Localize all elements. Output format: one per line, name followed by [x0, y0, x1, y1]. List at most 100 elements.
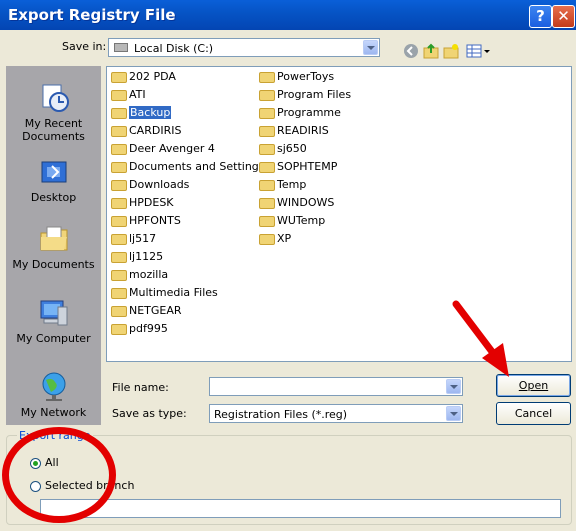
- folder-icon: [259, 143, 275, 155]
- window-title: Export Registry File: [8, 6, 176, 24]
- place-label: My Computer: [16, 332, 91, 345]
- my-documents-icon: [40, 226, 67, 251]
- list-item[interactable]: Program Files: [259, 87, 351, 103]
- list-item[interactable]: SOPHTEMP: [259, 159, 337, 175]
- list-item-label: NETGEAR: [129, 304, 182, 317]
- list-item-label: Temp: [277, 178, 307, 191]
- place-desktop[interactable]: Desktop: [6, 156, 101, 204]
- list-item[interactable]: HPDESK: [111, 195, 174, 211]
- list-item-label: Backup: [129, 106, 172, 119]
- list-item[interactable]: Multimedia Files: [111, 285, 218, 301]
- list-item-label: lj1125: [129, 250, 164, 263]
- back-icon[interactable]: [403, 43, 419, 59]
- list-item[interactable]: XP: [259, 231, 291, 247]
- folder-icon: [111, 89, 127, 101]
- folder-icon: [111, 71, 127, 83]
- list-item[interactable]: 202 PDA: [111, 69, 176, 85]
- folder-icon: [111, 125, 127, 137]
- annotation-circle: [2, 427, 116, 523]
- chevron-down-icon[interactable]: [446, 379, 461, 394]
- place-my-computer[interactable]: My Computer: [6, 297, 101, 345]
- save-as-type-combobox[interactable]: Registration Files (*.reg): [209, 404, 463, 423]
- list-item-label: Programme: [277, 106, 341, 119]
- list-item[interactable]: Downloads: [111, 177, 189, 193]
- open-button-label: Open: [518, 379, 549, 392]
- cancel-button[interactable]: Cancel: [496, 402, 571, 425]
- desktop-icon: [41, 161, 66, 183]
- list-item-label: HPDESK: [129, 196, 174, 209]
- my-network-icon: [42, 372, 65, 401]
- file-name-label: File name:: [112, 381, 169, 394]
- place-my-documents[interactable]: My Documents: [6, 223, 101, 271]
- list-item-label: CARDIRIS: [129, 124, 182, 137]
- folder-icon: [259, 161, 275, 173]
- save-in-label: Save in:: [62, 40, 107, 53]
- list-item[interactable]: ATI: [111, 87, 146, 103]
- list-item[interactable]: Programme: [259, 105, 341, 121]
- folder-icon: [111, 233, 127, 245]
- list-item-label: Documents and Settings: [129, 160, 265, 173]
- list-item[interactable]: Documents and Settings: [111, 159, 265, 175]
- chevron-down-icon[interactable]: [363, 40, 378, 55]
- folder-icon: [111, 215, 127, 227]
- list-item[interactable]: mozilla: [111, 267, 168, 283]
- help-button[interactable]: ?: [529, 5, 552, 28]
- list-item[interactable]: WINDOWS: [259, 195, 334, 211]
- list-item[interactable]: sj650: [259, 141, 307, 157]
- folder-icon: [111, 143, 127, 155]
- chevron-down-icon[interactable]: [446, 406, 461, 421]
- title-bar: Export Registry File ? ✕: [0, 0, 576, 30]
- list-item-label: Downloads: [129, 178, 190, 191]
- annotation-arrow-icon: [452, 300, 509, 377]
- folder-icon: [111, 197, 127, 209]
- file-name-combobox[interactable]: [209, 377, 463, 396]
- save-in-combobox[interactable]: Local Disk (C:): [108, 38, 380, 57]
- list-item[interactable]: CARDIRIS: [111, 123, 181, 139]
- list-item-label: HPFONTS: [129, 214, 181, 227]
- views-menu-icon[interactable]: [466, 43, 492, 59]
- list-item-label: WINDOWS: [277, 196, 335, 209]
- list-item[interactable]: HPFONTS: [111, 213, 181, 229]
- place-my-recent-documents[interactable]: My Recent Documents: [6, 82, 101, 143]
- list-item-label: mozilla: [129, 268, 169, 281]
- folder-icon: [259, 125, 275, 137]
- list-item-label: lj517: [129, 232, 157, 245]
- new-folder-icon[interactable]: [443, 43, 459, 59]
- folder-icon: [111, 251, 127, 263]
- list-item-label: XP: [277, 232, 292, 245]
- list-item[interactable]: WUTemp: [259, 213, 325, 229]
- folder-icon: [259, 89, 275, 101]
- close-button[interactable]: ✕: [552, 5, 575, 28]
- list-item-label: WUTemp: [277, 214, 326, 227]
- folder-icon: [111, 107, 127, 119]
- save-as-type-value: Registration Files (*.reg): [214, 408, 348, 421]
- list-item-label: pdf995: [129, 322, 168, 335]
- list-item-label: ATI: [129, 88, 146, 101]
- list-item[interactable]: NETGEAR: [111, 303, 182, 319]
- folder-icon: [259, 215, 275, 227]
- place-label: Desktop: [30, 191, 77, 204]
- list-item[interactable]: READIRIS: [259, 123, 329, 139]
- selected-branch-input[interactable]: [40, 499, 561, 518]
- save-in-value: Local Disk (C:): [134, 42, 214, 55]
- list-item[interactable]: Deer Avenger 4: [111, 141, 215, 157]
- list-item-label: 202 PDA: [129, 70, 176, 83]
- list-item[interactable]: Backup: [111, 105, 172, 121]
- folder-icon: [111, 269, 127, 281]
- folder-icon: [259, 179, 275, 191]
- place-label: My Network: [20, 406, 87, 419]
- save-as-type-label: Save as type:: [112, 407, 187, 420]
- list-item[interactable]: lj1125: [111, 249, 163, 265]
- list-item[interactable]: pdf995: [111, 321, 168, 337]
- folder-icon: [111, 305, 127, 317]
- place-my-network[interactable]: My Network: [6, 371, 101, 419]
- list-item[interactable]: lj517: [111, 231, 156, 247]
- folder-icon: [111, 323, 127, 335]
- list-item[interactable]: PowerToys: [259, 69, 334, 85]
- folder-icon: [111, 161, 127, 173]
- folder-icon: [259, 233, 275, 245]
- recent-documents-icon: [42, 84, 69, 112]
- list-item[interactable]: Temp: [259, 177, 306, 193]
- places-bar: My Recent Documents Desktop My Documents…: [6, 66, 101, 425]
- up-folder-icon[interactable]: [423, 43, 439, 59]
